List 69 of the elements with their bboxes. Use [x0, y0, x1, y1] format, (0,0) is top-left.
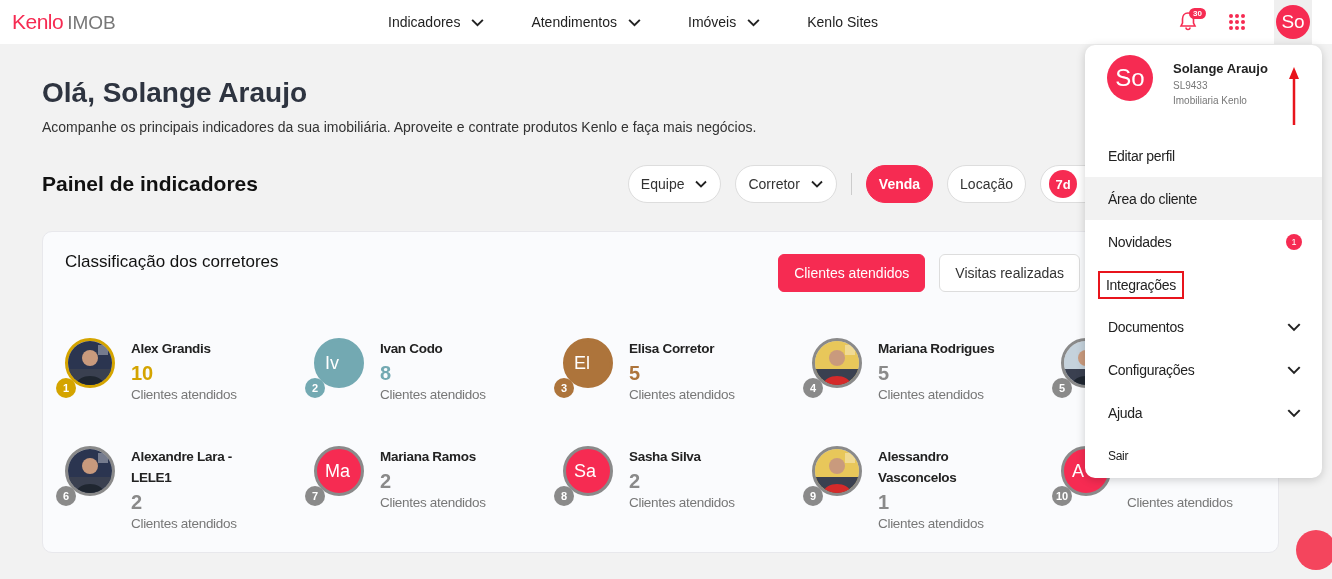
user-code: SL9433	[1173, 80, 1209, 91]
panel-title: Painel de indicadores	[42, 172, 258, 196]
rank-badge: 8	[554, 486, 574, 506]
filter-toggle[interactable]: Locação	[947, 165, 1026, 203]
broker-count: 5	[878, 361, 891, 386]
broker-count: 5	[629, 361, 642, 386]
filter-dropdown[interactable]: Equipe	[627, 165, 722, 203]
menu-item[interactable]: Área do cliente	[1085, 177, 1322, 221]
broker-count: 2	[380, 469, 393, 494]
broker-count: 2	[131, 490, 144, 515]
broker-count: 10	[131, 361, 155, 386]
broker-name: Alessandro Vasconcelos	[878, 448, 958, 487]
metric-label: Clientes atendidos	[878, 516, 985, 531]
metric-tab[interactable]: Visitas realizadas	[939, 254, 1080, 292]
metric-label: Clientes atendidos	[629, 495, 736, 510]
metric-label: Clientes atendidos	[629, 387, 736, 402]
broker-name: Ivan Codo	[380, 340, 444, 358]
metric-label: Clientes atendidos	[1127, 495, 1234, 510]
logo-product: IMOB	[67, 12, 116, 34]
nav-link[interactable]: Imóveis	[688, 14, 762, 30]
metric-label: Clientes atendidos	[380, 495, 487, 510]
broker-count: 1	[878, 490, 891, 515]
card-title: Classificação dos corretores	[65, 252, 279, 272]
metric-label: Clientes atendidos	[131, 387, 238, 402]
menu-item[interactable]: Ajuda	[1085, 391, 1322, 435]
user-avatar-button[interactable]: So	[1274, 0, 1312, 44]
nav-link[interactable]: Indicadores	[388, 14, 486, 30]
broker-name: Elisa Corretor	[629, 340, 716, 358]
metric-label: Clientes atendidos	[878, 387, 985, 402]
broker-name: Mariana Ramos	[380, 448, 477, 466]
menu-item[interactable]: Editar perfil	[1085, 134, 1322, 178]
menu-avatar: So	[1107, 55, 1153, 101]
nav-link[interactable]: Kenlo Sites	[807, 14, 879, 30]
rank-badge: 7	[305, 486, 325, 506]
broker-name: Sasha Silva	[629, 448, 702, 466]
rank-badge: 3	[554, 378, 574, 398]
user-name: Solange Araujo	[1173, 61, 1268, 76]
rank-badge: 9	[803, 486, 823, 506]
chat-button[interactable]	[1296, 530, 1332, 570]
rank-badge: 6	[56, 486, 76, 506]
broker-name: Alexandre Lara - LELE1	[131, 448, 233, 487]
logo-brand: Kenlo	[12, 10, 64, 34]
filter-toggle[interactable]: Venda	[865, 165, 934, 203]
menu-item[interactable]: Documentos	[1085, 306, 1322, 349]
menu-item[interactable]: Configurações	[1085, 349, 1322, 392]
menu-item[interactable]: Novidades 1	[1085, 220, 1322, 263]
broker-count: 8	[380, 361, 393, 386]
nav-link[interactable]: Atendimentos	[531, 14, 642, 30]
broker-name: Alex Grandis	[131, 340, 212, 358]
broker-name: Mariana Rodrigues	[878, 340, 996, 358]
metric-tab[interactable]: Clientes atendidos	[778, 254, 926, 292]
filter-dropdown[interactable]: Corretor	[735, 165, 837, 203]
count-badge: 1	[1286, 233, 1302, 250]
metric-label: Clientes atendidos	[131, 516, 238, 531]
rank-badge: 4	[803, 378, 823, 398]
menu-item[interactable]: Integrações	[1085, 263, 1322, 306]
broker-count: 2	[629, 469, 642, 494]
period-option[interactable]: 7d	[1049, 170, 1077, 198]
rank-badge: 2	[305, 378, 325, 398]
arrow-icon	[1288, 67, 1300, 127]
greeting-subtitle: Acompanhe os principais indicadores da sua imobiliária. Aproveite e contrate produtos Kenlo e faça mais negócios.	[42, 119, 757, 135]
rank-badge: 10	[1052, 486, 1072, 506]
apps-grid-icon[interactable]	[1228, 13, 1246, 31]
company-name: Imobiliaria Kenlo	[1173, 95, 1248, 106]
metric-label: Clientes atendidos	[380, 387, 487, 402]
greeting-title: Olá, Solange Araujo	[42, 77, 307, 109]
rank-badge: 1	[56, 378, 76, 398]
rank-badge: 5	[1052, 378, 1072, 398]
notification-badge: 30	[1189, 8, 1206, 19]
